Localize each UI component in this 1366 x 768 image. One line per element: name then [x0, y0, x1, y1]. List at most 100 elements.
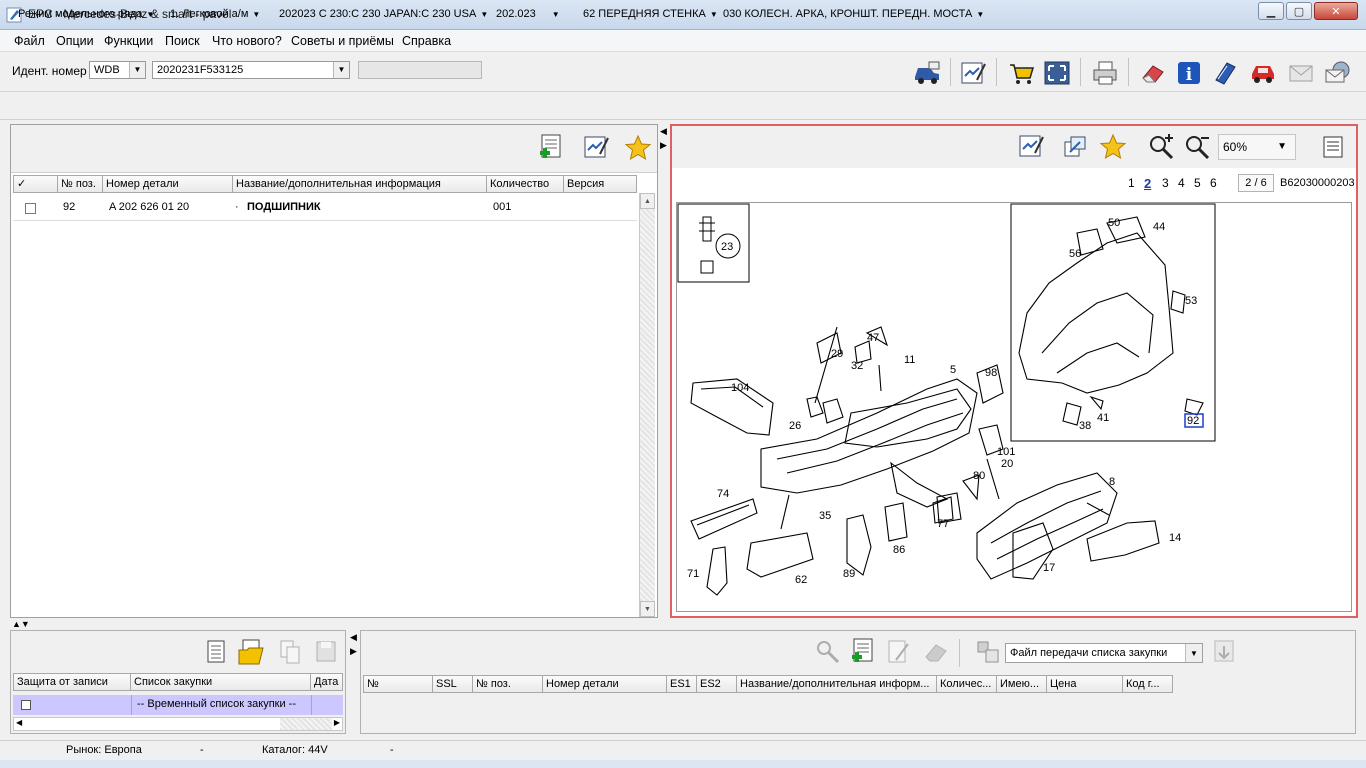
shopping-cart-icon[interactable] — [1006, 58, 1036, 88]
crumb-vehicle-class[interactable]: 1. Легковой а/м ▼ — [170, 8, 260, 20]
callout-8[interactable]: 8 — [1109, 476, 1115, 488]
lists-horizontal-scrollbar[interactable]: ◀ ▶ — [13, 717, 343, 731]
collapse-left-icon[interactable]: ◀ — [660, 126, 667, 137]
eraser-icon[interactable] — [921, 637, 951, 667]
callout-74[interactable]: 74 — [717, 488, 729, 500]
callout-86[interactable]: 86 — [893, 544, 905, 556]
exploded-view-drawing[interactable]: 23 50 44 56 53 47 29 32 11 5 98 104 26 1… — [677, 203, 1351, 611]
export-icon[interactable] — [1209, 637, 1239, 667]
chevron-down-icon[interactable]: ▼ — [333, 62, 349, 78]
callout-92[interactable]: 92 — [1187, 415, 1199, 427]
table-row[interactable]: 92 A 202 626 01 20 · ПОДШИПНИК 001 — [13, 195, 637, 221]
menu-tips[interactable]: Советы и приёмы — [291, 34, 394, 48]
edit-list-icon[interactable] — [581, 133, 611, 163]
lock-icon[interactable] — [21, 700, 31, 710]
scroll-down-icon[interactable]: ▼ — [640, 601, 655, 617]
zoom-select[interactable]: 60% ▼ — [1218, 134, 1296, 160]
vin-prefix-select[interactable]: WDB ▼ — [89, 61, 146, 79]
network-mail-icon[interactable] — [1322, 58, 1352, 88]
col-position[interactable]: № поз. — [58, 175, 103, 193]
page-5-link[interactable]: 5 — [1194, 176, 1201, 190]
detach-window-icon[interactable] — [1060, 132, 1090, 162]
save-icon[interactable] — [311, 637, 341, 667]
col-position[interactable]: № поз. — [473, 675, 543, 693]
parts-vertical-scrollbar[interactable]: ▲ ▼ — [639, 193, 655, 617]
col-es2[interactable]: ES2 — [697, 675, 737, 693]
page-1-link[interactable]: 1 — [1128, 176, 1135, 190]
crumb-group[interactable]: 62 ПЕРЕДНЯЯ СТЕНКА ▼ — [583, 8, 718, 20]
page-6-link[interactable]: 6 — [1210, 176, 1217, 190]
collapse-up-icon[interactable]: ▲▼ — [12, 619, 30, 629]
col-date[interactable]: Дата — [311, 673, 343, 691]
add-to-list-icon[interactable] — [535, 133, 565, 163]
callout-104[interactable]: 104 — [731, 382, 749, 394]
close-button[interactable]: ✕ — [1314, 2, 1358, 20]
menu-file[interactable]: Файл — [14, 34, 45, 48]
crumb-mode[interactable]: Режим модельного ряда ▼ — [18, 8, 154, 20]
maximize-button[interactable]: ▢ — [1286, 2, 1312, 20]
col-number[interactable]: № — [363, 675, 433, 693]
service-car-icon[interactable] — [1248, 58, 1278, 88]
scroll-right-icon[interactable]: ▶ — [334, 718, 340, 727]
mail-icon[interactable] — [1286, 58, 1316, 88]
callout-53[interactable]: 53 — [1185, 295, 1197, 307]
chevron-down-icon[interactable]: ▼ — [1185, 644, 1202, 662]
edit-list-icon[interactable] — [1016, 132, 1046, 162]
col-list-name[interactable]: Список закупки — [131, 673, 311, 691]
page-3-link[interactable]: 3 — [1162, 176, 1169, 190]
col-version[interactable]: Версия — [564, 175, 637, 193]
crumb-type[interactable]: 202.023 ▼ — [496, 8, 560, 20]
scroll-up-icon[interactable]: ▲ — [640, 193, 655, 209]
favorite-star-icon[interactable] — [1098, 132, 1128, 162]
callout-20[interactable]: 20 — [1001, 458, 1013, 470]
info-icon[interactable]: i — [1174, 58, 1204, 88]
crumb-model[interactable]: 202023 C 230:C 230 JAPAN:C 230 USA ▼ — [279, 8, 488, 20]
eraser-icon[interactable] — [1138, 58, 1168, 88]
callout-35[interactable]: 35 — [819, 510, 831, 522]
col-check[interactable]: ✓ — [13, 175, 58, 193]
callout-11[interactable]: 11 — [904, 354, 915, 366]
menu-help[interactable]: Справка — [402, 34, 451, 48]
open-folder-icon[interactable] — [237, 637, 267, 667]
col-part-number[interactable]: Номер детали — [543, 675, 667, 693]
col-es1[interactable]: ES1 — [667, 675, 697, 693]
callout-56[interactable]: 56 — [1069, 248, 1081, 260]
col-available[interactable]: Имею... — [997, 675, 1047, 693]
callout-29[interactable]: 29 — [831, 348, 843, 360]
page-2-link[interactable]: 2 — [1144, 176, 1151, 191]
transfer-file-select[interactable]: Файл передачи списка закупки ▼ — [1005, 643, 1203, 663]
menu-options[interactable]: Опции — [56, 34, 94, 48]
print-icon[interactable] — [1090, 58, 1120, 88]
callout-101[interactable]: 101 — [997, 446, 1015, 458]
edit-list-icon[interactable] — [958, 58, 988, 88]
page-4-link[interactable]: 4 — [1178, 176, 1185, 190]
col-price[interactable]: Цена — [1047, 675, 1123, 693]
zoom-out-icon[interactable] — [1182, 132, 1212, 162]
callout-5[interactable]: 5 — [950, 364, 956, 376]
collapse-left-icon[interactable]: ◀ — [350, 632, 357, 643]
scroll-left-icon[interactable]: ◀ — [16, 718, 22, 727]
callout-26[interactable]: 26 — [789, 420, 801, 432]
callout-89[interactable]: 89 — [843, 568, 855, 580]
collapse-right-icon[interactable]: ▶ — [660, 140, 667, 151]
document-view-icon[interactable] — [1318, 132, 1348, 162]
menu-functions[interactable]: Функции — [104, 34, 153, 48]
minimize-button[interactable]: ▁ — [1258, 2, 1284, 20]
vehicle-data-icon[interactable] — [912, 58, 942, 88]
new-list-icon[interactable] — [201, 637, 231, 667]
col-write-protect[interactable]: Защита от записи — [13, 673, 131, 691]
callout-71[interactable]: 71 — [687, 568, 699, 580]
search-part-icon[interactable] — [813, 637, 843, 667]
col-name[interactable]: Название/дополнительная информация — [233, 175, 487, 193]
transfer-icon[interactable] — [973, 637, 1003, 667]
ident-extra-field[interactable] — [358, 61, 482, 79]
row-checkbox[interactable] — [25, 203, 36, 214]
col-code[interactable]: Код г... — [1123, 675, 1173, 693]
menu-search[interactable]: Поиск — [165, 34, 200, 48]
favorite-star-icon[interactable] — [623, 133, 653, 163]
col-part-number[interactable]: Номер детали — [103, 175, 233, 193]
callout-62[interactable]: 62 — [795, 574, 807, 586]
fullscreen-icon[interactable] — [1042, 58, 1072, 88]
col-quantity[interactable]: Количес... — [937, 675, 997, 693]
callout-47[interactable]: 47 — [867, 332, 879, 344]
